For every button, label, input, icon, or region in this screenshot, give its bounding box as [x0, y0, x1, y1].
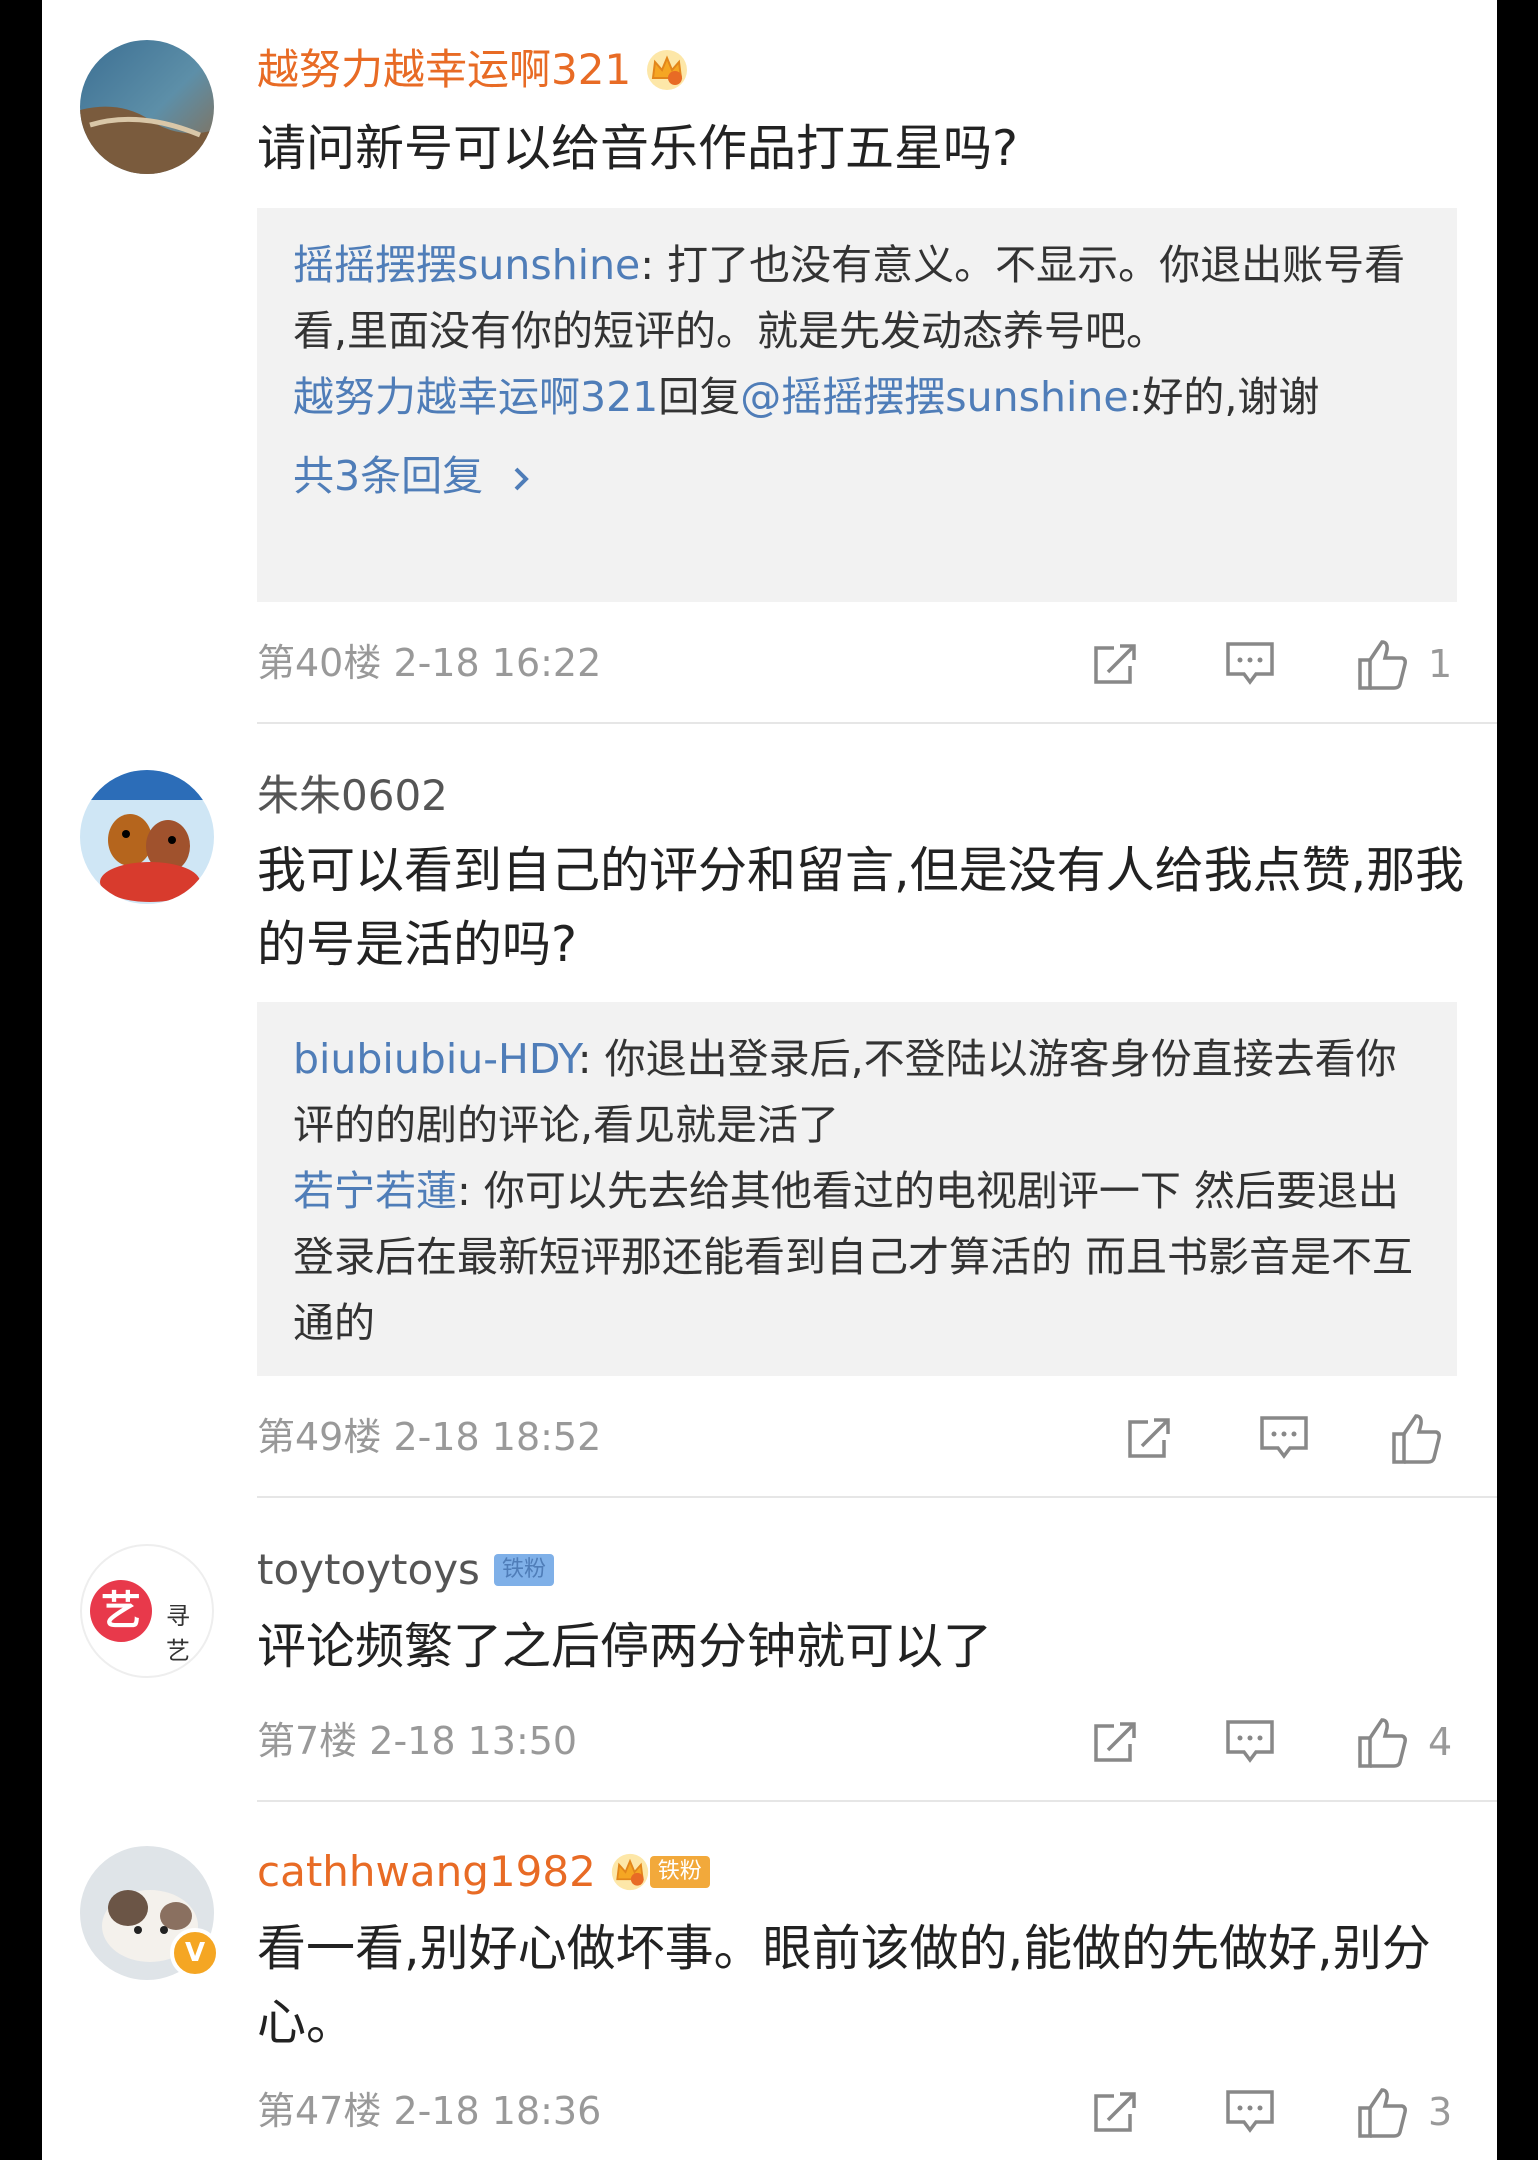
share-icon: [1094, 644, 1136, 684]
share-icon: [1094, 1722, 1136, 1762]
like-count: 3: [1428, 2090, 1453, 2134]
comment-meta: 第47楼 2-18 18:36: [257, 2086, 601, 2136]
crown-icon: [611, 1853, 648, 1891]
verified-mark: V: [184, 1938, 206, 1968]
comment-icon: [1226, 1720, 1274, 1763]
reply-item[interactable]: biubiubiu-HDY: 你退出登录后,不登陆以游客身份直接去看你评的的剧的…: [293, 1026, 1421, 1158]
badge-group: 铁粉: [610, 1852, 710, 1892]
more-replies-link[interactable]: 共3条回复: [293, 440, 1421, 512]
fan-badge: 铁粉: [493, 1554, 554, 1586]
floor-number: 第7楼: [257, 1719, 358, 1763]
comment-button[interactable]: [1222, 1714, 1278, 1770]
like-button[interactable]: [1388, 1410, 1444, 1466]
username-text[interactable]: 朱朱0602: [257, 766, 448, 826]
chevron-right-icon: [514, 467, 529, 491]
avatar[interactable]: 艺 寻艺: [80, 1544, 214, 1678]
share-button[interactable]: [1122, 1410, 1178, 1466]
comment-icon: [1226, 2090, 1274, 2133]
comment-icon: [1226, 642, 1274, 685]
like-button[interactable]: [1354, 2084, 1410, 2140]
reply-text: : 你可以先去给其他看过的电视剧评一下 然后要退出登录后在最新短评那还能看到自己…: [293, 1167, 1414, 1347]
timestamp: 2-18 13:50: [369, 1719, 578, 1763]
avatar-caption: 寻艺: [166, 1602, 190, 1665]
share-button[interactable]: [1088, 636, 1144, 692]
comment-button[interactable]: [1222, 636, 1278, 692]
reply-box[interactable]: 摇摇摆摆sunshine: 打了也没有意义。不显示。你退出账号看看,里面没有你的…: [257, 208, 1457, 602]
crown-icon: [647, 50, 688, 90]
divider: [257, 1800, 1497, 1802]
share-button[interactable]: [1088, 1714, 1144, 1770]
reply-username[interactable]: biubiubiu-HDY: [293, 1035, 578, 1083]
avatar-logo: 艺: [90, 1580, 152, 1642]
reply-username[interactable]: 摇摇摆摆sunshine: [293, 241, 640, 289]
username-text[interactable]: toytoytoys: [257, 1540, 480, 1600]
reply-username[interactable]: 若宁若蓮: [293, 1167, 457, 1215]
verified-badge: V: [170, 1928, 220, 1978]
timestamp: 2-18 18:36: [393, 2089, 602, 2133]
comment-panel: 越努力越幸运啊321 请问新号可以给音乐作品打五星吗? 摇摇摆摆sunshine…: [42, 0, 1497, 2160]
reply-box[interactable]: biubiubiu-HDY: 你退出登录后,不登陆以游客身份直接去看你评的的剧的…: [257, 1002, 1457, 1376]
reply-text: :好的,谢谢: [1128, 373, 1320, 421]
comment-meta: 第40楼 2-18 16:22: [257, 638, 601, 688]
comment-text: 看一看,别好心做坏事。眼前该做的,能做的先做好,别分心。: [257, 1920, 1431, 2051]
timestamp: 2-18 16:22: [393, 641, 602, 685]
reply-item[interactable]: 摇摇摆摆sunshine: 打了也没有意义。不显示。你退出账号看看,里面没有你的…: [293, 232, 1421, 364]
like-icon: [1392, 1414, 1441, 1464]
comment-icon: [1260, 1416, 1308, 1459]
share-icon: [1128, 1418, 1170, 1458]
like-icon: [1358, 2088, 1407, 2138]
username[interactable]: 越努力越幸运啊321: [257, 40, 689, 100]
comment-button[interactable]: [1256, 1410, 1312, 1466]
reply-item[interactable]: 若宁若蓮: 你可以先去给其他看过的电视剧评一下 然后要退出登录后在最新短评那还能…: [293, 1158, 1421, 1356]
avatar[interactable]: [80, 40, 214, 174]
username-text[interactable]: 越努力越幸运啊321: [257, 40, 631, 100]
reply-item[interactable]: 越努力越幸运啊321回复@摇摇摆摆sunshine:好的,谢谢: [293, 364, 1421, 430]
like-count: 1: [1428, 642, 1453, 686]
more-replies-label[interactable]: 共3条回复: [293, 452, 483, 500]
username[interactable]: 朱朱0602: [257, 766, 448, 826]
like-count: 4: [1428, 1720, 1453, 1764]
avatar-logo-text: 艺: [101, 1588, 141, 1634]
reply-mention[interactable]: @摇摇摆摆sunshine: [740, 373, 1128, 421]
comment-meta: 第7楼 2-18 13:50: [257, 1716, 577, 1766]
comment-text: 我可以看到自己的评分和留言,但是没有人给我点赞,那我的号是活的吗?: [257, 842, 1465, 973]
username-text[interactable]: cathhwang1982: [257, 1842, 596, 1902]
floor-number: 第49楼: [257, 1415, 382, 1459]
floor-number: 第40楼: [257, 641, 382, 685]
reply-connector: 回复: [658, 373, 741, 421]
like-button[interactable]: [1354, 1714, 1410, 1770]
reply-username[interactable]: 越努力越幸运啊321: [293, 373, 658, 421]
avatar[interactable]: [80, 770, 214, 904]
like-icon: [1358, 640, 1407, 690]
like-button[interactable]: [1354, 636, 1410, 692]
like-icon: [1358, 1718, 1407, 1768]
comment-button[interactable]: [1222, 2084, 1278, 2140]
floor-number: 第47楼: [257, 2089, 382, 2133]
share-icon: [1094, 2092, 1136, 2132]
comment-meta: 第49楼 2-18 18:52: [257, 1412, 601, 1462]
comment-text: 评论频繁了之后停两分钟就可以了: [257, 1618, 993, 1675]
share-button[interactable]: [1088, 2084, 1144, 2140]
fan-badge: 铁粉: [649, 1856, 710, 1888]
username[interactable]: toytoytoys 铁粉: [257, 1540, 554, 1600]
comment-text: 请问新号可以给音乐作品打五星吗?: [257, 120, 1019, 177]
divider: [257, 1496, 1497, 1498]
divider: [257, 722, 1497, 724]
timestamp: 2-18 18:52: [393, 1415, 602, 1459]
username[interactable]: cathhwang1982 铁粉: [257, 1842, 710, 1902]
